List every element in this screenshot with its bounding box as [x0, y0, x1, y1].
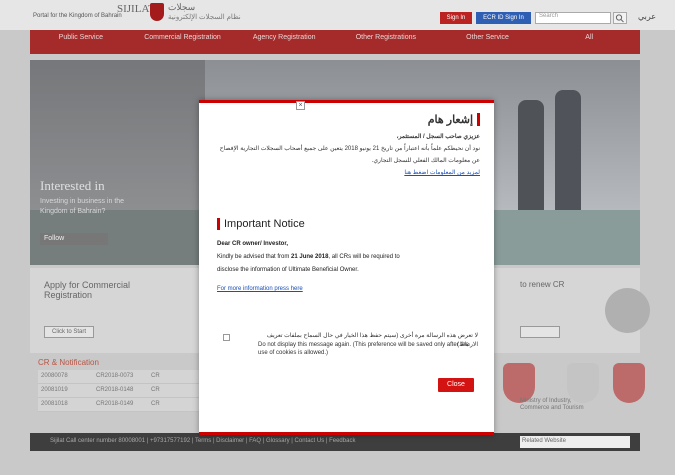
close-button[interactable]: Close: [438, 378, 474, 392]
english-body-line: Kindly be advised that from 21 June 2018…: [217, 251, 472, 264]
table-cell: CR: [151, 401, 160, 407]
table-cell: CR: [151, 373, 160, 379]
related-website-select[interactable]: Related Website: [520, 436, 630, 448]
bahrain-emblem: [613, 363, 645, 403]
table-cell: CR2018-0073: [96, 373, 134, 379]
bahrain-crest-icon: [150, 3, 164, 21]
table-cell: 20080078: [41, 373, 68, 379]
english-body-part: , all CRs will be required to: [328, 254, 400, 260]
table-cell: CR: [151, 387, 160, 393]
table-row[interactable]: 20081019 CR2018-0148 CR: [38, 384, 203, 398]
ministry-logo: [503, 363, 535, 403]
do-not-display-option: لا تعرض هذه الرسالة مرة أخرى (سيتم حفظ ه…: [223, 332, 478, 372]
language-switch[interactable]: عربي: [638, 12, 656, 21]
table-cell: CR2018-0148: [96, 387, 134, 393]
table-cell: 20081019: [41, 387, 68, 393]
table-row[interactable]: 20080078 CR2018-0073 CR: [38, 370, 203, 384]
tower-image: [555, 90, 581, 210]
logo-arabic-sub: نظام السجلات الإلكترونية: [168, 14, 241, 21]
search-button[interactable]: [613, 12, 627, 24]
tower-image: [518, 100, 544, 210]
notice-date: 21 June 2018: [291, 254, 329, 260]
search-input[interactable]: Search: [535, 12, 611, 24]
coins-image: [605, 288, 650, 333]
do-not-display-checkbox[interactable]: [223, 334, 230, 341]
sign-in-button[interactable]: Sign In: [440, 12, 472, 24]
english-more-info-link[interactable]: For more information press here: [217, 283, 472, 296]
apply-cr-button[interactable]: Click to Start: [44, 326, 94, 338]
english-body-part: Kindly be advised that from: [217, 254, 290, 260]
close-icon[interactable]: ×: [296, 101, 305, 110]
apply-cr-title: Apply for Commercial Registration: [44, 280, 131, 300]
arabic-notice: إشعار هام عزيزي صاحب السجل / المستثمر، ن…: [215, 113, 480, 179]
logo-tagline: Portal for the Kingdom of Bahrain: [33, 13, 122, 19]
english-greeting: Dear CR owner/ Investor,: [217, 241, 289, 247]
english-notice-title: Important Notice: [217, 218, 472, 230]
main-nav: Public Service Commercial Registration A…: [30, 30, 640, 54]
english-notice: Important Notice Dear CR owner/ Investor…: [217, 218, 472, 296]
hero-subtext: Investing in business in the Kingdom of …: [40, 198, 125, 215]
nav-item-other-registrations[interactable]: Other Registrations: [335, 30, 437, 54]
notifications-table: 20080078 CR2018-0073 CR 20081019 CR2018-…: [38, 370, 203, 412]
search-icon: [615, 14, 624, 23]
arabic-more-info-link[interactable]: لمزيد من المعلومات اضغط هنا: [404, 170, 480, 176]
footer-links[interactable]: Sijilat Call center number 80008001 | +9…: [50, 438, 355, 444]
renew-cr-title: to renew CR: [520, 280, 565, 289]
arabic-body: نود أن نحيطكم علماً بأنه اعتباراً من تار…: [219, 146, 480, 164]
partner-logo: [567, 363, 599, 403]
hero-heading: Interested in: [40, 178, 105, 193]
arabic-notice-title: إشعار هام: [215, 113, 480, 126]
table-row[interactable]: 20081018 CR2018-0149 CR: [38, 398, 203, 412]
important-notice-modal: إشعار هام عزيزي صاحب السجل / المستثمر، ن…: [199, 100, 494, 435]
english-body-line: disclose the information of Ultimate Ben…: [217, 267, 359, 273]
nav-item-other-service[interactable]: Other Service: [437, 30, 539, 54]
ministry-name: Ministry of Industry, Commerce and Touri…: [520, 398, 584, 411]
table-cell: CR2018-0149: [96, 401, 134, 407]
hero-button[interactable]: Follow: [40, 233, 108, 245]
arabic-greeting: عزيزي صاحب السجل / المستثمر،: [396, 134, 480, 140]
notifications-title: CR & Notification: [38, 358, 99, 367]
do-not-display-label-en: Do not display this message again. (This…: [258, 342, 469, 356]
renew-cr-button[interactable]: [520, 326, 560, 338]
top-header: Portal for the Kingdom of Bahrain SIJILA…: [0, 0, 675, 30]
nav-item-commercial-registration[interactable]: Commercial Registration: [132, 30, 234, 54]
logo-arabic: سجلات: [168, 2, 196, 12]
footer: Sijilat Call center number 80008001 | +9…: [30, 433, 640, 451]
table-cell: 20081018: [41, 401, 68, 407]
nav-item-agency-registration[interactable]: Agency Registration: [233, 30, 335, 54]
nav-item-all[interactable]: All: [538, 30, 640, 54]
ecr-sign-in-button[interactable]: ECR ID Sign In: [476, 12, 531, 24]
nav-item-public-service[interactable]: Public Service: [30, 30, 132, 54]
